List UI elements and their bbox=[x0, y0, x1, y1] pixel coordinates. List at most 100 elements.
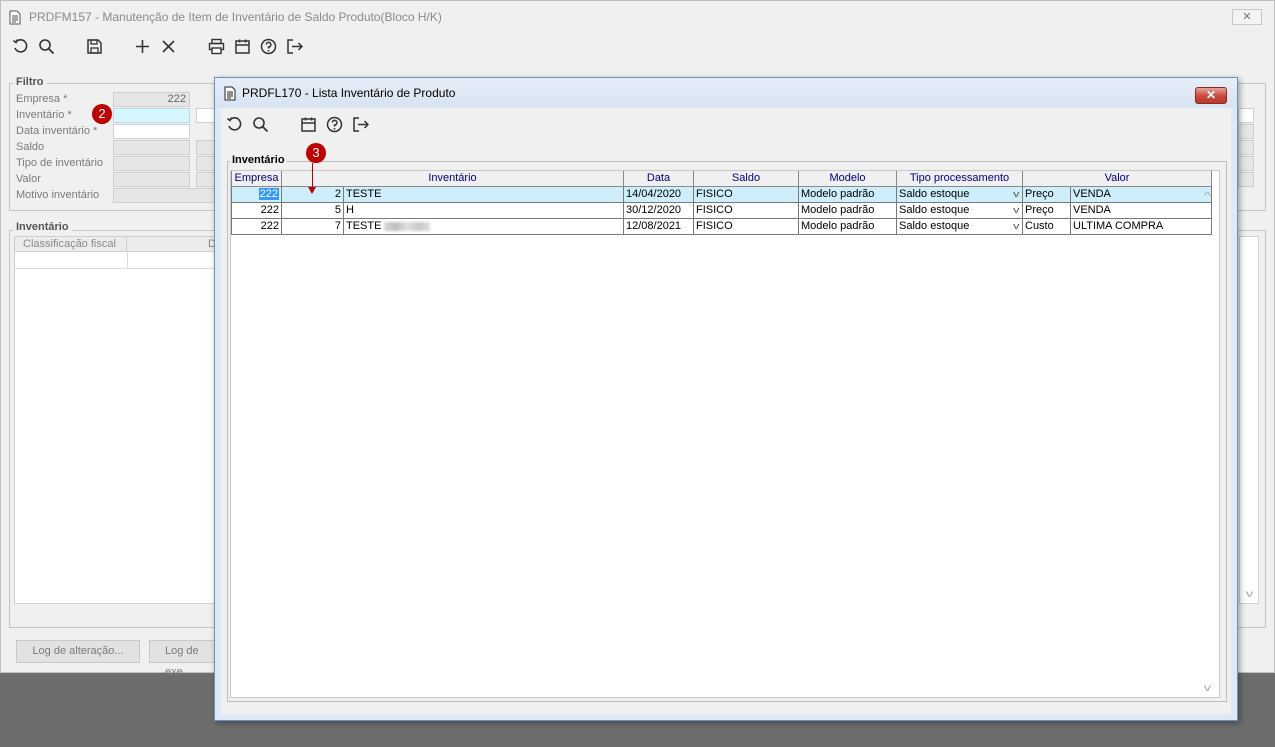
cell-valor[interactable]: VENDA bbox=[1070, 201, 1212, 219]
background-close-button[interactable]: ✕ bbox=[1232, 9, 1262, 25]
valor-field[interactable] bbox=[113, 172, 190, 187]
cell-valor[interactable]: VENDA bbox=[1070, 185, 1212, 203]
cell-empresa[interactable]: 222 bbox=[231, 201, 282, 219]
cell-descricao[interactable]: H bbox=[343, 201, 624, 219]
inventario-dropdown-remnant[interactable] bbox=[1238, 108, 1254, 123]
background-grid-divider bbox=[127, 252, 128, 269]
label-empresa: Empresa * bbox=[16, 93, 68, 105]
chevron-down-icon[interactable]: v bbox=[1013, 221, 1019, 231]
help-icon[interactable] bbox=[260, 38, 277, 55]
dialog-titlebar: PRDFL170 - Lista Inventário de Produto bbox=[215, 78, 1237, 108]
cell-saldo[interactable]: FISICO bbox=[693, 201, 799, 219]
annotation-marker-3: 3 bbox=[306, 143, 326, 163]
cell-data[interactable]: 14/04/2020 bbox=[623, 185, 694, 203]
motivo-inventario-field[interactable] bbox=[113, 188, 216, 203]
calendar-icon[interactable] bbox=[234, 38, 251, 55]
log-alteracao-button[interactable]: Log de alteração... bbox=[16, 640, 140, 663]
cell-empresa[interactable]: 222 bbox=[231, 185, 282, 203]
chevron-down-icon[interactable]: v bbox=[1013, 205, 1019, 215]
col-saldo[interactable]: Saldo bbox=[693, 171, 799, 187]
table-header-row: Empresa Inventário Data Saldo Modelo Tip… bbox=[231, 171, 1212, 187]
cell-saldo[interactable]: FISICO bbox=[693, 217, 799, 235]
cell-tipo-processamento[interactable]: Saldo estoque v bbox=[896, 201, 1023, 219]
col-modelo[interactable]: Modelo bbox=[798, 171, 897, 187]
inventario-legend: Inventário bbox=[13, 221, 72, 233]
background-titlebar: PRDFM157 - Manutenção de Item de Inventá… bbox=[1, 1, 1274, 33]
log-execucao-button[interactable]: Log de exe bbox=[149, 640, 219, 678]
cell-modelo[interactable]: Modelo padrão bbox=[798, 185, 897, 203]
col-inventario[interactable]: Inventário bbox=[281, 171, 624, 187]
cell-modelo[interactable]: Modelo padrão bbox=[798, 217, 897, 235]
cell-codigo[interactable]: 5 bbox=[281, 201, 344, 219]
col-valor[interactable]: Valor bbox=[1022, 171, 1212, 187]
table-row[interactable]: 222 5 H 30/12/2020 FISICO Modelo padrão … bbox=[231, 201, 1212, 219]
dialog-close-button[interactable]: ✕ bbox=[1195, 87, 1227, 104]
cell-valor-tipo[interactable]: Custo bbox=[1022, 217, 1071, 235]
add-icon[interactable] bbox=[134, 38, 151, 55]
col-tipo-processamento[interactable]: Tipo processamento bbox=[896, 171, 1023, 187]
cell-valor-tipo[interactable]: Preço bbox=[1022, 201, 1071, 219]
field-remnant-4 bbox=[1238, 172, 1254, 187]
inventario-desc-field[interactable] bbox=[196, 108, 216, 123]
cell-tipo-processamento[interactable]: Saldo estoque v bbox=[896, 185, 1023, 203]
redacted-text bbox=[384, 221, 431, 231]
field-remnant-1 bbox=[1238, 124, 1254, 139]
background-scroll-down-icon[interactable]: v bbox=[1246, 589, 1254, 600]
background-grid-row bbox=[15, 252, 219, 269]
cell-data[interactable]: 12/08/2021 bbox=[623, 217, 694, 235]
scroll-down-icon[interactable]: v bbox=[1204, 683, 1212, 694]
cell-data[interactable]: 30/12/2020 bbox=[623, 201, 694, 219]
tipo-inventario-desc-field bbox=[196, 156, 216, 171]
search-icon[interactable] bbox=[38, 38, 55, 55]
table-row[interactable]: 222 2 TESTE 14/04/2020 FISICO Modelo pad… bbox=[231, 185, 1212, 203]
print-icon[interactable] bbox=[208, 38, 225, 55]
grid-header-classificacao: Classificação fiscal bbox=[15, 237, 127, 252]
background-toolbar bbox=[12, 38, 312, 55]
scroll-up-icon[interactable]: ^ bbox=[1204, 191, 1211, 202]
document-icon bbox=[9, 10, 21, 24]
cell-tipo-processamento[interactable]: Saldo estoque v bbox=[896, 217, 1023, 235]
search-icon[interactable] bbox=[252, 116, 269, 133]
cell-saldo[interactable]: FISICO bbox=[693, 185, 799, 203]
grid-header-d: D bbox=[127, 237, 219, 252]
inventory-table: Empresa Inventário Data Saldo Modelo Tip… bbox=[231, 171, 1212, 235]
label-saldo: Saldo bbox=[16, 141, 45, 153]
data-inventario-field[interactable] bbox=[113, 124, 190, 139]
inventario-group-legend: Inventário bbox=[230, 154, 287, 166]
col-empresa[interactable]: Empresa bbox=[231, 171, 282, 187]
exit-icon[interactable] bbox=[286, 38, 303, 55]
document-icon bbox=[224, 86, 236, 100]
cell-descricao[interactable]: TESTE bbox=[343, 185, 624, 203]
dialog-title: PRDFL170 - Lista Inventário de Produto bbox=[242, 86, 456, 100]
table-row[interactable]: 222 7 TESTE 12/08/2021 FISICO Modelo pad… bbox=[231, 217, 1212, 235]
delete-icon[interactable] bbox=[160, 38, 177, 55]
label-motivo-inventario: Motivo inventário bbox=[16, 189, 100, 201]
tipo-processamento-value: Saldo estoque bbox=[899, 204, 970, 216]
cell-valor-tipo[interactable]: Preço bbox=[1022, 185, 1071, 203]
empresa-field[interactable]: 222 bbox=[113, 92, 190, 107]
exit-icon[interactable] bbox=[352, 116, 369, 133]
cell-modelo[interactable]: Modelo padrão bbox=[798, 201, 897, 219]
background-scrollbar[interactable] bbox=[1239, 236, 1259, 604]
refresh-icon[interactable] bbox=[226, 116, 243, 133]
dialog-toolbar bbox=[226, 116, 378, 133]
tipo-inventario-field[interactable] bbox=[113, 156, 190, 171]
chevron-down-icon[interactable]: v bbox=[1013, 189, 1019, 199]
label-data-inventario: Data inventário * bbox=[16, 125, 98, 137]
cell-descricao[interactable]: TESTE bbox=[343, 217, 624, 235]
refresh-icon[interactable] bbox=[12, 38, 29, 55]
save-icon[interactable] bbox=[86, 38, 103, 55]
dialog-body: Inventário Empresa Inventário Data Saldo… bbox=[221, 108, 1231, 714]
cell-valor[interactable]: ULTIMA COMPRA bbox=[1070, 217, 1212, 235]
tipo-processamento-value: Saldo estoque bbox=[899, 188, 970, 200]
help-icon[interactable] bbox=[326, 116, 343, 133]
background-grid: Classificação fiscal D bbox=[14, 236, 219, 604]
cell-codigo[interactable]: 7 bbox=[281, 217, 344, 235]
col-data[interactable]: Data bbox=[623, 171, 694, 187]
calendar-icon[interactable] bbox=[300, 116, 317, 133]
cell-empresa[interactable]: 222 bbox=[231, 217, 282, 235]
field-remnant-3 bbox=[1238, 156, 1254, 171]
inventory-grid: Empresa Inventário Data Saldo Modelo Tip… bbox=[230, 170, 1220, 698]
inventario-field[interactable] bbox=[113, 108, 190, 123]
saldo-field[interactable] bbox=[113, 140, 190, 155]
